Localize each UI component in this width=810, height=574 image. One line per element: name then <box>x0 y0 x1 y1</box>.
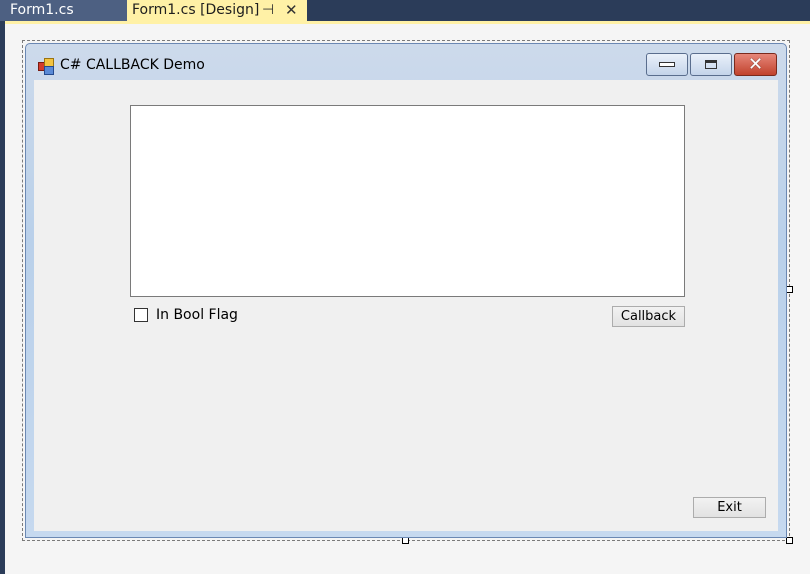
tab-label: Form1.cs <box>10 2 74 18</box>
form-window: C# CALLBACK Demo ✕ In Bool Flag Callback… <box>25 43 787 538</box>
close-button[interactable]: ✕ <box>734 53 777 76</box>
ide-left-edge <box>0 21 5 574</box>
tab-form1-design[interactable]: Form1.cs [Design] ⊣ ✕ <box>127 0 307 21</box>
in-bool-flag-checkbox[interactable]: In Bool Flag <box>134 307 238 323</box>
resize-handle-right[interactable] <box>786 286 793 293</box>
checkbox-label: In Bool Flag <box>156 307 238 323</box>
active-tab-underline <box>0 21 810 24</box>
tab-label: Form1.cs [Design] <box>132 2 260 18</box>
exit-button[interactable]: Exit <box>693 497 766 518</box>
checkbox-box[interactable] <box>134 308 148 322</box>
maximize-icon <box>705 60 717 69</box>
minimize-button[interactable] <box>646 53 688 76</box>
document-tab-strip: Form1.cs Form1.cs [Design] ⊣ ✕ <box>0 0 810 21</box>
close-icon: ✕ <box>747 53 764 75</box>
close-tab-icon[interactable]: ✕ <box>285 0 298 21</box>
pin-icon[interactable]: ⊣ <box>262 0 274 21</box>
form-client-area: In Bool Flag Callback Exit <box>34 80 778 531</box>
maximize-button[interactable] <box>690 53 732 76</box>
minimize-icon <box>659 62 675 67</box>
form-app-icon <box>38 58 54 75</box>
resize-handle-bottom[interactable] <box>402 537 409 544</box>
callback-button[interactable]: Callback <box>612 306 685 327</box>
window-title: C# CALLBACK Demo <box>60 57 205 73</box>
exit-button-label: Exit <box>717 500 742 515</box>
tab-form1-cs[interactable]: Form1.cs <box>0 0 127 21</box>
output-textbox[interactable] <box>130 105 685 297</box>
resize-handle-bottom-right[interactable] <box>786 537 793 544</box>
callback-button-label: Callback <box>620 309 677 324</box>
